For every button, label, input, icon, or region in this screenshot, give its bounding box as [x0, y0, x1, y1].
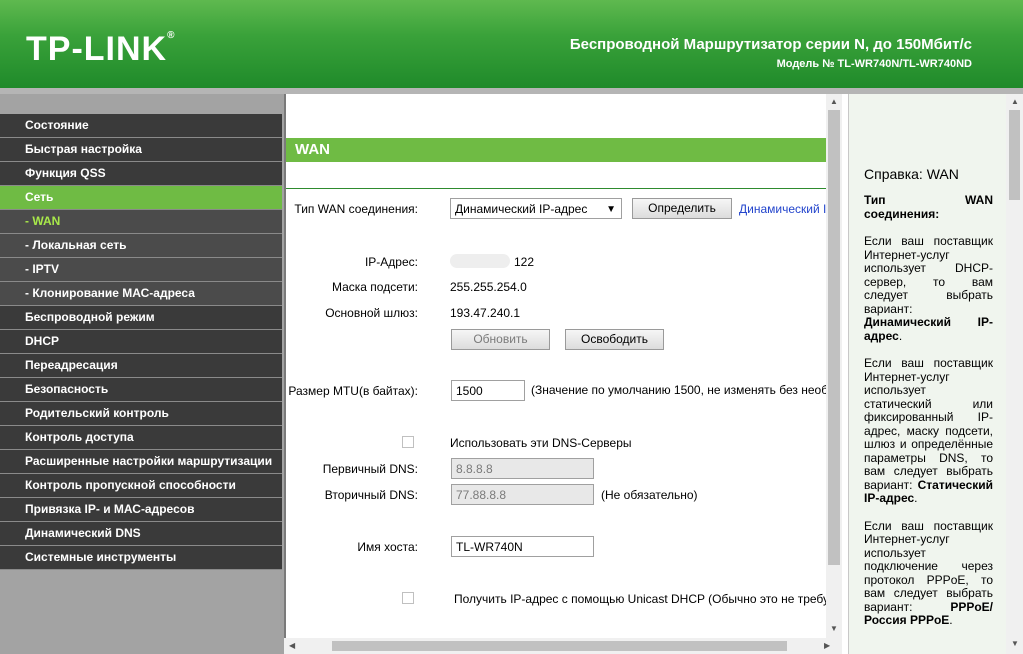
unicast-dhcp-label: Получить IP-адрес с помощью Unicast DHCP…: [454, 592, 828, 606]
wan-type-select[interactable]: Динамический IP-адрес ▼: [450, 198, 622, 219]
hostname-input[interactable]: TL-WR740N: [451, 536, 594, 557]
gateway-value: 193.47.240.1: [450, 306, 521, 320]
dropdown-arrow-icon: ▼: [606, 204, 616, 215]
detect-button[interactable]: Определить: [632, 198, 732, 219]
hscroll-thumb[interactable]: [332, 641, 787, 651]
scroll-right-icon[interactable]: ▶: [824, 641, 830, 650]
primary-dns-label: Первичный DNS:: [322, 462, 418, 476]
hostname-label: Имя хоста:: [357, 540, 418, 554]
scroll-thumb[interactable]: [828, 110, 840, 565]
optional-hint: (Не обязательно): [601, 488, 698, 502]
menu-item-access-control[interactable]: Контроль доступа: [0, 426, 282, 450]
section-title: WAN: [286, 138, 826, 162]
main-vertical-scrollbar[interactable]: ▲ ▼: [826, 94, 842, 638]
secondary-dns-input[interactable]: 77.88.8.8: [451, 484, 594, 505]
ip-label: IP-Адрес:: [364, 255, 418, 269]
menu-item-dhcp[interactable]: DHCP: [0, 330, 282, 354]
menu-item-lan[interactable]: - Локальная сеть: [0, 234, 282, 258]
help-title: Справка: WAN: [864, 166, 959, 182]
menu-item-system-tools[interactable]: Системные инструменты: [0, 546, 282, 570]
scroll-down-icon[interactable]: ▼: [830, 624, 838, 633]
help-scroll-up-icon[interactable]: ▲: [1011, 97, 1019, 106]
use-dns-checkbox[interactable]: [402, 436, 414, 448]
renew-button[interactable]: Обновить: [451, 329, 550, 350]
help-scroll-down-icon[interactable]: ▼: [1011, 639, 1019, 648]
secondary-dns-label: Вторичный DNS:: [324, 488, 418, 502]
menu-item-network[interactable]: Сеть: [0, 186, 282, 210]
primary-dns-input[interactable]: 8.8.8.8: [451, 458, 594, 479]
scroll-up-icon[interactable]: ▲: [830, 97, 838, 106]
help-body: Тип WAN соединения: Если ваш поставщик И…: [864, 193, 993, 642]
menu-item-quick-setup[interactable]: Быстрая настройка: [0, 138, 282, 162]
main-horizontal-scrollbar[interactable]: ◀ ▶: [284, 638, 842, 654]
menu-item-iptv[interactable]: - IPTV: [0, 258, 282, 282]
menu-item-mac-clone[interactable]: - Клонирование МАС-адреса: [0, 282, 282, 306]
mask-label: Маска подсети:: [331, 280, 418, 294]
help-wan-type: Тип WAN соединения:: [864, 193, 993, 221]
menu-item-advanced-routing[interactable]: Расширенные настройки маршрутизации: [0, 450, 282, 474]
gateway-label: Основной шлюз:: [325, 306, 418, 320]
section-divider: [286, 188, 826, 189]
sidebar-menu: Состояние Быстрая настройка Функция QSS …: [0, 94, 284, 654]
help-scrollbar[interactable]: ▲ ▼: [1006, 94, 1023, 654]
help-panel: Справка: WAN Тип WAN соединения: Если ва…: [848, 94, 1007, 654]
menu-item-wireless[interactable]: Беспроводной режим: [0, 306, 282, 330]
help-pppoe: Если ваш поставщик Интернет-услуг исполь…: [864, 518, 993, 627]
ip-value: 122: [514, 255, 535, 269]
header: TP-LINK® Беспроводной Маршрутизатор сери…: [0, 0, 1023, 88]
menu-item-wan[interactable]: - WAN: [0, 210, 282, 234]
menu-item-bandwidth-control[interactable]: Контроль пропускной способности: [0, 474, 282, 498]
wan-type-label: Тип WAN соединения:: [294, 202, 418, 216]
mtu-hint: (Значение по умолчанию 1500, не изменять…: [531, 383, 828, 397]
menu-item-status[interactable]: Состояние: [0, 114, 282, 138]
wan-type-link[interactable]: Динамический IP: [739, 202, 828, 216]
menu-item-ddns[interactable]: Динамический DNS: [0, 522, 282, 546]
menu-item-qss[interactable]: Функция QSS: [0, 162, 282, 186]
release-button[interactable]: Освободить: [565, 329, 664, 350]
help-scroll-thumb[interactable]: [1009, 110, 1020, 200]
menu-item-parental-control[interactable]: Родительский контроль: [0, 402, 282, 426]
ip-redacted: [450, 254, 510, 268]
tp-link-logo: TP-LINK®: [26, 30, 176, 68]
menu-item-security[interactable]: Безопасность: [0, 378, 282, 402]
router-model: Модель № TL-WR740N/TL-WR740ND: [776, 58, 972, 70]
main-content: WAN Тип WAN соединения: Динамический IP-…: [284, 94, 828, 638]
mtu-input[interactable]: 1500: [451, 380, 525, 401]
menu-item-forwarding[interactable]: Переадресация: [0, 354, 282, 378]
mask-value: 255.255.254.0: [450, 280, 527, 294]
router-title: Беспроводной Маршрутизатор серии N, до 1…: [569, 36, 972, 53]
mtu-label: Размер MTU(в байтах):: [288, 384, 418, 398]
menu-item-ip-mac-binding[interactable]: Привязка IP- и МАС-адресов: [0, 498, 282, 522]
help-dynamic: Если ваш поставщик Интернет-услуг исполь…: [864, 234, 993, 343]
help-static: Если ваш поставщик Интернет-услуг исполь…: [864, 356, 993, 505]
scroll-left-icon[interactable]: ◀: [289, 641, 295, 650]
use-dns-label: Использовать эти DNS-Серверы: [450, 436, 632, 450]
unicast-dhcp-checkbox[interactable]: [402, 592, 414, 604]
